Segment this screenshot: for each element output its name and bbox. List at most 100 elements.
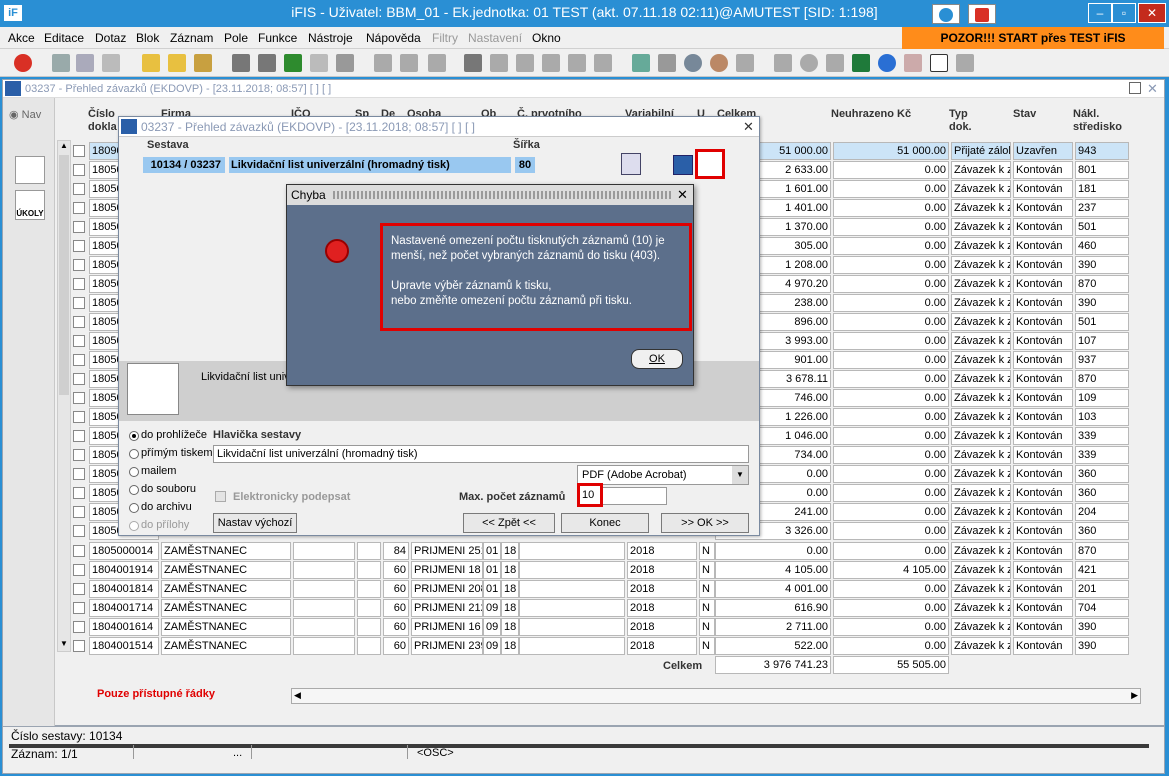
mail-icon[interactable] bbox=[428, 54, 446, 72]
menu-akce[interactable]: Akce bbox=[8, 31, 35, 45]
cell-typ[interactable]: Závazek k z bbox=[951, 218, 1011, 236]
save-icon[interactable] bbox=[52, 54, 70, 72]
cell-stredisko[interactable]: 390 bbox=[1075, 294, 1129, 312]
cell-x[interactable]: 18 bbox=[501, 599, 519, 617]
cell-typ[interactable]: Závazek k z bbox=[951, 618, 1011, 636]
cell-u[interactable]: N bbox=[699, 618, 715, 636]
execute-query-icon[interactable] bbox=[168, 54, 186, 72]
cell-stav[interactable]: Kontován bbox=[1013, 599, 1073, 617]
cell-ob[interactable]: 01 bbox=[483, 542, 501, 560]
cell-typ[interactable]: Závazek k z bbox=[951, 446, 1011, 464]
row-checkbox[interactable] bbox=[73, 468, 85, 480]
cell-neuhrazeno[interactable]: 0.00 bbox=[833, 503, 949, 521]
max-input[interactable]: 10 bbox=[577, 483, 603, 507]
cell-typ[interactable]: Závazek k z bbox=[951, 275, 1011, 293]
menu-napoveda[interactable]: Nápověda bbox=[366, 31, 421, 45]
scroll-left-icon[interactable]: ◀ bbox=[294, 690, 301, 701]
ok-button[interactable]: >> OK >> bbox=[661, 513, 749, 533]
cell-celkem[interactable]: 4 105.00 bbox=[715, 561, 831, 579]
cell-stav[interactable]: Kontován bbox=[1013, 542, 1073, 560]
cell-stredisko[interactable]: 360 bbox=[1075, 465, 1129, 483]
cell-de[interactable]: 60 bbox=[383, 637, 409, 655]
row-checkbox[interactable] bbox=[73, 564, 85, 576]
cell-neuhrazeno[interactable]: 0.00 bbox=[833, 484, 949, 502]
sort-desc-icon[interactable] bbox=[258, 54, 276, 72]
cell-stredisko[interactable]: 390 bbox=[1075, 256, 1129, 274]
radio-archiv[interactable] bbox=[129, 503, 139, 513]
menu-funkce[interactable]: Funkce bbox=[258, 31, 297, 45]
cell-doc[interactable]: 1804001914 bbox=[89, 561, 159, 579]
cell-neuhrazeno[interactable]: 0.00 bbox=[833, 465, 949, 483]
cell-c-prvotniho[interactable] bbox=[519, 599, 625, 617]
cell-neuhrazeno[interactable]: 0.00 bbox=[833, 446, 949, 464]
menu-dotaz[interactable]: Dotaz bbox=[95, 31, 126, 45]
cell-firma[interactable]: ZAMĚSTNANEC bbox=[161, 542, 291, 560]
cell-stav[interactable]: Kontován bbox=[1013, 561, 1073, 579]
ie-icon[interactable] bbox=[878, 54, 896, 72]
cell-neuhrazeno[interactable]: 0.00 bbox=[833, 218, 949, 236]
error-ok-button[interactable]: OK bbox=[631, 349, 683, 369]
cell-stav[interactable]: Kontován bbox=[1013, 180, 1073, 198]
vertical-scrollbar[interactable]: ▲ ▼ bbox=[57, 140, 71, 652]
cell-stredisko[interactable]: 501 bbox=[1075, 313, 1129, 331]
cell-u[interactable]: N bbox=[699, 599, 715, 617]
sestava-name[interactable]: Likvidační list univerzální (hromadný ti… bbox=[229, 157, 511, 173]
cell-u[interactable]: N bbox=[699, 542, 715, 560]
cell-doc[interactable]: 1804001614 bbox=[89, 618, 159, 636]
paste-icon[interactable] bbox=[516, 54, 534, 72]
row-checkbox[interactable] bbox=[73, 411, 85, 423]
cell-typ[interactable]: Závazek k z bbox=[951, 522, 1011, 540]
cell-firma[interactable]: ZAMĚSTNANEC bbox=[161, 599, 291, 617]
cell-stav[interactable]: Kontován bbox=[1013, 313, 1073, 331]
cell-osoba[interactable]: PRIJMENI 2127 bbox=[411, 599, 483, 617]
cell-neuhrazeno[interactable]: 0.00 bbox=[833, 313, 949, 331]
picture-icon[interactable] bbox=[658, 54, 676, 72]
cell-stav[interactable]: Kontován bbox=[1013, 218, 1073, 236]
cell-stav[interactable]: Kontován bbox=[1013, 351, 1073, 369]
row-checkbox[interactable] bbox=[73, 202, 85, 214]
clock-icon[interactable] bbox=[800, 54, 818, 72]
cell-stav[interactable]: Kontován bbox=[1013, 237, 1073, 255]
cell-variabilni[interactable]: 2018 bbox=[627, 618, 697, 636]
cell-celkem[interactable]: 2 711.00 bbox=[715, 618, 831, 636]
cell-typ[interactable]: Závazek k z bbox=[951, 294, 1011, 312]
cell-neuhrazeno[interactable]: 0.00 bbox=[833, 161, 949, 179]
cell-neuhrazeno[interactable]: 0.00 bbox=[833, 199, 949, 217]
duplicate-icon[interactable] bbox=[542, 54, 560, 72]
cell-osoba[interactable]: PRIJMENI 18 J bbox=[411, 561, 483, 579]
cell-variabilni[interactable]: 2018 bbox=[627, 542, 697, 560]
cell-neuhrazeno[interactable]: 0.00 bbox=[833, 389, 949, 407]
menu-blok[interactable]: Blok bbox=[136, 31, 159, 45]
cell-stredisko[interactable]: 360 bbox=[1075, 484, 1129, 502]
cell-neuhrazeno[interactable]: 0.00 bbox=[833, 542, 949, 560]
nastav-vychozi-button[interactable]: Nastav výchozí bbox=[213, 513, 297, 533]
row-checkbox[interactable] bbox=[73, 602, 85, 614]
xml-export-icon[interactable] bbox=[621, 153, 641, 175]
cell-typ[interactable]: Závazek k z bbox=[951, 389, 1011, 407]
cell-variabilni[interactable]: 2018 bbox=[627, 580, 697, 598]
cell-stav[interactable]: Uzavřen bbox=[1013, 142, 1073, 160]
sestava-code[interactable]: 10134 / 03237 bbox=[143, 157, 225, 173]
cell-neuhrazeno[interactable]: 0.00 bbox=[833, 618, 949, 636]
cell-neuhrazeno[interactable]: 0.00 bbox=[833, 637, 949, 655]
cell-typ[interactable]: Závazek k z bbox=[951, 332, 1011, 350]
cell-osoba[interactable]: PRIJMENI 2085 bbox=[411, 580, 483, 598]
cell-typ[interactable]: Závazek k z bbox=[951, 561, 1011, 579]
cell-neuhrazeno[interactable]: 0.00 bbox=[833, 370, 949, 388]
cell-stredisko[interactable]: 870 bbox=[1075, 275, 1129, 293]
cell-sp[interactable] bbox=[357, 637, 381, 655]
edit-icon[interactable] bbox=[774, 54, 792, 72]
cell-ob[interactable]: 09 bbox=[483, 599, 501, 617]
konec-button[interactable]: Konec bbox=[561, 513, 649, 533]
cell-stredisko[interactable]: 421 bbox=[1075, 561, 1129, 579]
menu-filtry[interactable]: Filtry bbox=[432, 31, 458, 45]
cell-de[interactable]: 84 bbox=[383, 542, 409, 560]
menu-editace[interactable]: Editace bbox=[44, 31, 84, 45]
print-icon[interactable] bbox=[374, 54, 392, 72]
row-checkbox[interactable] bbox=[73, 164, 85, 176]
cell-stredisko[interactable]: 107 bbox=[1075, 332, 1129, 350]
zpet-button[interactable]: << Zpět << bbox=[463, 513, 555, 533]
max-input-field[interactable] bbox=[595, 487, 667, 505]
cell-typ[interactable]: Závazek k z bbox=[951, 580, 1011, 598]
cell-doc[interactable]: 1805000014 bbox=[89, 542, 159, 560]
